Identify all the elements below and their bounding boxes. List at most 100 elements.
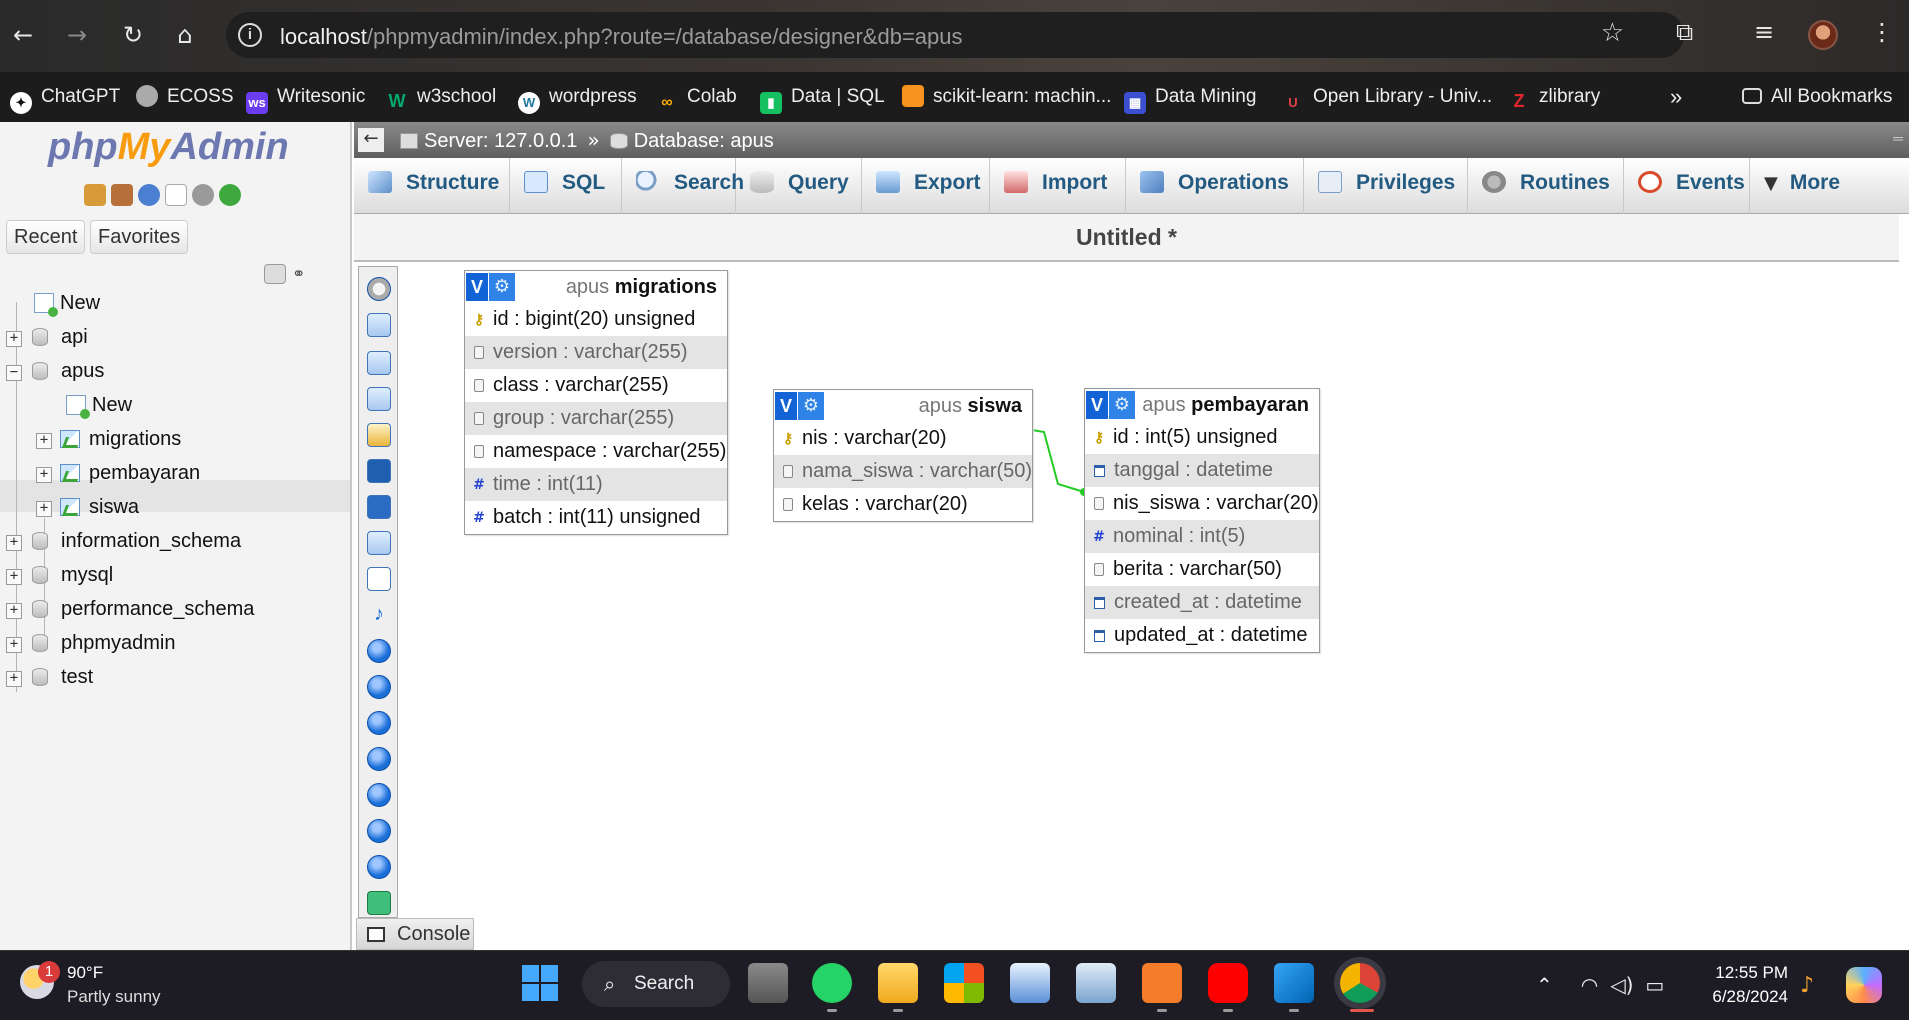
media-control-icon[interactable]: ≡ [1754, 18, 1774, 46]
expand-icon[interactable]: + [36, 501, 52, 517]
tab-query[interactable]: Query [736, 158, 862, 214]
home-icon[interactable]: ⌂ [168, 18, 202, 52]
table-header[interactable]: V ⚙ apus migrations [465, 271, 727, 303]
table-card-siswa[interactable]: V ⚙ apus siswa ⚷ nis : varchar(20) nama_s… [773, 389, 1033, 522]
tab-import[interactable]: Import [990, 158, 1126, 214]
copilot-icon[interactable] [1846, 967, 1882, 1003]
tab-more[interactable]: ▼ More [1750, 158, 1870, 214]
delete-pages-icon[interactable] [367, 531, 391, 555]
choose-column-icon[interactable] [367, 639, 391, 663]
toggle-columns-button[interactable]: V [1086, 391, 1108, 419]
tree-db-api[interactable]: + api [6, 322, 88, 352]
new-page-icon[interactable] [367, 387, 391, 411]
tree-new-database[interactable]: New [16, 288, 100, 318]
phpmyadmin-logo[interactable]: phpMyAdmin [48, 126, 289, 169]
column-row[interactable]: ⚷ id : int(5) unsigned [1085, 421, 1319, 454]
more-bookmarks-button[interactable]: » [1670, 72, 1682, 122]
forward-arrow-icon[interactable]: → [60, 18, 94, 52]
bookmark-open-library[interactable]: U Open Library - Univ... [1282, 72, 1492, 122]
toggle-small-big-icon[interactable] [367, 855, 391, 879]
open-page-icon[interactable] [367, 423, 391, 447]
file-explorer-icon[interactable] [878, 963, 918, 1003]
angular-links-icon[interactable] [367, 747, 391, 771]
logout-icon[interactable] [111, 184, 133, 206]
add-tables-icon[interactable] [367, 351, 391, 375]
chevron-up-icon[interactable]: ⌃ [1536, 973, 1553, 997]
column-row[interactable]: # batch : int(11) unsigned [465, 501, 727, 534]
bookmark-w3school[interactable]: Ww3school [386, 72, 497, 122]
expand-icon[interactable]: + [6, 637, 22, 653]
docs-icon[interactable] [165, 184, 187, 206]
expand-icon[interactable]: + [36, 433, 52, 449]
bookmark-star-icon[interactable]: ☆ [1601, 18, 1624, 48]
all-bookmarks-button[interactable]: All Bookmarks [1742, 72, 1892, 122]
tab-favorites[interactable]: Favorites [90, 220, 189, 254]
youtube-icon[interactable] [1208, 963, 1248, 1003]
column-row[interactable]: nama_siswa : varchar(50) [774, 455, 1032, 488]
xampp-icon[interactable] [1142, 963, 1182, 1003]
bookmark-data-mining[interactable]: ▦ Data Mining [1124, 72, 1256, 122]
save-as-icon[interactable] [367, 495, 391, 519]
bookmark-colab[interactable]: ∞ Colab [656, 72, 736, 122]
browser-menu-icon[interactable]: ⋮ [1870, 18, 1894, 46]
column-row[interactable]: ⚷ id : bigint(20) unsigned [465, 303, 727, 336]
chrome-icon[interactable] [1340, 963, 1380, 1003]
collapse-all-icon[interactable] [264, 264, 286, 284]
reload-icon[interactable]: ↻ [116, 18, 150, 52]
tab-privileges[interactable]: Privileges [1304, 158, 1468, 214]
column-row[interactable]: class : varchar(255) [465, 369, 727, 402]
expand-icon[interactable]: + [6, 535, 22, 551]
column-row[interactable]: updated_at : datetime [1085, 619, 1319, 652]
microsoft-store-icon[interactable] [944, 963, 984, 1003]
table-header[interactable]: V ⚙ apus pembayaran [1085, 389, 1319, 421]
expand-icon[interactable]: + [6, 671, 22, 687]
windows-start-icon[interactable] [520, 963, 560, 1003]
collapse-icon[interactable]: − [6, 365, 22, 381]
scroll-top-icon[interactable]: ═ [1893, 130, 1903, 146]
snap-to-grid-icon[interactable] [367, 783, 391, 807]
breadcrumb-database[interactable]: Database: apus [634, 130, 774, 152]
table-options-gear-icon[interactable]: ⚙ [1109, 391, 1135, 419]
tab-events[interactable]: Events [1624, 158, 1750, 214]
whatsapp-icon[interactable] [812, 963, 852, 1003]
tree-table-siswa[interactable]: + siswa [36, 492, 139, 522]
fullscreen-icon[interactable] [367, 313, 391, 337]
tree-db-performance-schema[interactable]: + performance_schema [6, 594, 254, 624]
photos-icon[interactable] [1010, 963, 1050, 1003]
taskbar-search[interactable]: ⌕ Search [582, 961, 730, 1007]
tab-sql[interactable]: SQL [510, 158, 622, 214]
table-options-gear-icon[interactable]: ⚙ [798, 392, 824, 420]
expand-icon[interactable]: + [6, 569, 22, 585]
url-text[interactable]: localhost/phpmyadmin/index.php?route=/da… [280, 24, 963, 50]
export-schema-icon[interactable] [367, 891, 391, 915]
bookmark-wordpress[interactable]: Wwordpress [518, 72, 637, 122]
designer-canvas[interactable]: V ⚙ apus migrations ⚷ id : bigint(20) uns… [400, 262, 1909, 918]
clock-date[interactable]: 6/28/2024 [1700, 987, 1788, 1007]
home-icon[interactable] [84, 184, 106, 206]
tree-db-information-schema[interactable]: + information_schema [6, 526, 241, 556]
column-row[interactable]: namespace : varchar(255) [465, 435, 727, 468]
site-info-icon[interactable]: i [238, 23, 262, 47]
bookmark-zlibrary[interactable]: Zzlibrary [1508, 72, 1601, 122]
table-header[interactable]: V ⚙ apus siswa [774, 390, 1032, 422]
help-icon[interactable] [138, 184, 160, 206]
expand-icon[interactable]: + [6, 603, 22, 619]
breadcrumb-server[interactable]: Server: 127.0.0.1 [424, 130, 577, 152]
column-row[interactable]: group : varchar(255) [465, 402, 727, 435]
tree-db-apus[interactable]: − apus [6, 356, 104, 386]
address-bar[interactable]: i localhost/phpmyadmin/index.php?route=/… [226, 12, 1684, 58]
column-row[interactable]: tanggal : datetime [1085, 454, 1319, 487]
column-row[interactable]: nis_siswa : varchar(20) [1085, 487, 1319, 520]
volume-icon[interactable]: ◁) [1610, 973, 1633, 997]
settings-icon[interactable] [192, 184, 214, 206]
tree-table-migrations[interactable]: + migrations [36, 424, 181, 454]
create-relationship-icon[interactable]: ♪ [367, 603, 391, 627]
bookmark-writesonic[interactable]: ws Writesonic [246, 72, 365, 122]
bookmark-data-sql[interactable]: ▮ Data | SQL [760, 72, 885, 122]
bookmark-chatgpt[interactable]: ✦ ChatGPT [10, 72, 120, 122]
column-row[interactable]: created_at : datetime [1085, 586, 1319, 619]
column-row[interactable]: kelas : varchar(20) [774, 488, 1032, 521]
save-position-icon[interactable] [367, 459, 391, 483]
reload-nav-icon[interactable] [219, 184, 241, 206]
tab-search[interactable]: Search [622, 158, 744, 214]
